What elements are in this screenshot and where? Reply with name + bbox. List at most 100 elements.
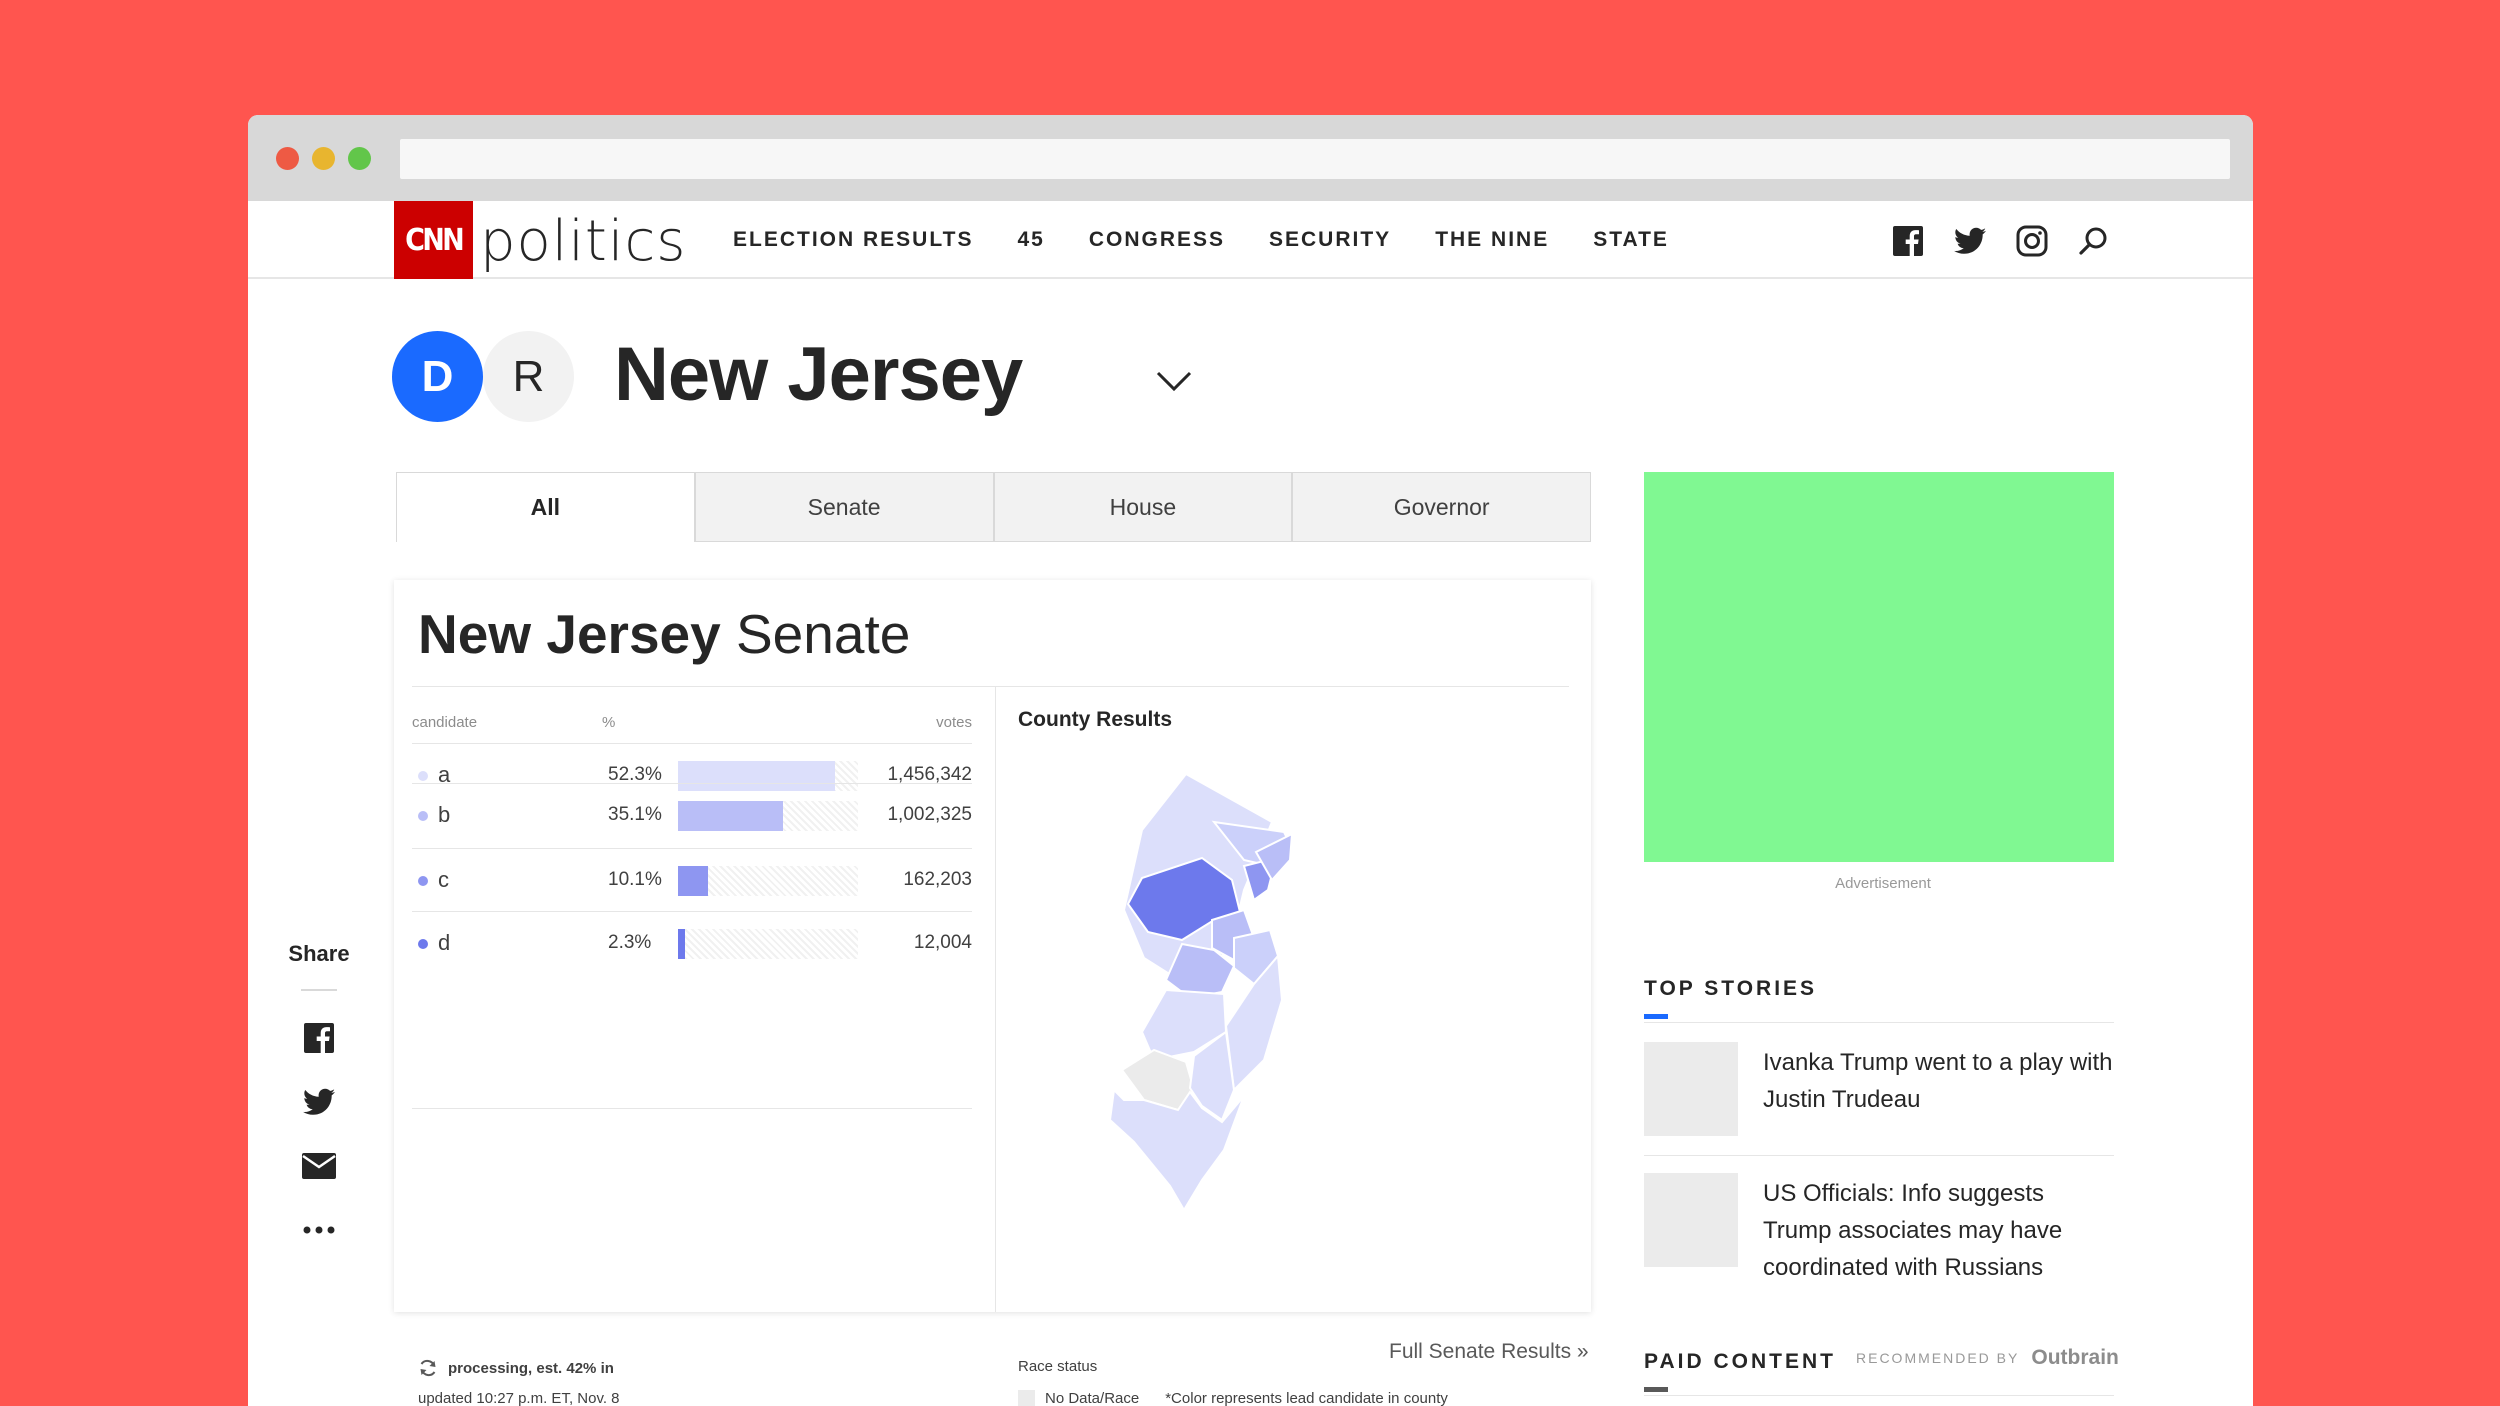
nav-link-election-results[interactable]: ELECTION RESULTS	[733, 228, 973, 252]
story-item[interactable]: Ivanka Trump went to a play with Justin …	[1644, 1042, 2114, 1160]
divider	[1644, 1155, 2114, 1156]
story-thumbnail[interactable]	[1644, 1173, 1738, 1267]
race-title-office: Senate	[736, 603, 911, 665]
candidate-row: c 10.1% 162,203	[412, 848, 972, 911]
candidate-color-dot	[418, 811, 428, 821]
advertisement-slot[interactable]	[1644, 472, 2114, 862]
divider	[1644, 1022, 2114, 1023]
story-headline[interactable]: US Officials: Info suggests Trump associ…	[1763, 1175, 2118, 1286]
site-nav: CNN politics ELECTION RESULTS 45 CONGRES…	[248, 201, 2253, 279]
full-senate-results-link[interactable]: Full Senate Results »	[1389, 1340, 1589, 1364]
section-accent	[1644, 1014, 1668, 1019]
state-selector-title[interactable]: New Jersey	[614, 331, 1023, 418]
top-stories-title: TOP STORIES	[1644, 977, 1818, 1000]
refresh-icon	[420, 1360, 436, 1376]
story-thumbnail[interactable]	[1644, 1042, 1738, 1136]
story-item[interactable]: US Officials: Info suggests Trump associ…	[1644, 1173, 2114, 1303]
nav-link-security[interactable]: SECURITY	[1269, 228, 1391, 252]
vote-share-fill	[678, 801, 783, 831]
tab-governor[interactable]: Governor	[1292, 472, 1591, 542]
tab-senate[interactable]: Senate	[694, 472, 994, 542]
facebook-icon[interactable]	[302, 1021, 336, 1055]
story-headline[interactable]: Ivanka Trump went to a play with Justin …	[1763, 1044, 2118, 1118]
tab-all[interactable]: All	[396, 472, 695, 542]
county-results-title: County Results	[1018, 708, 1173, 731]
legend-note: *Color represents lead candidate in coun…	[1165, 1390, 1448, 1406]
search-icon[interactable]	[2076, 223, 2112, 259]
column-header-candidate: candidate	[412, 714, 478, 731]
nav-link-congress[interactable]: CONGRESS	[1089, 228, 1225, 252]
race-title-state: New Jersey	[418, 603, 721, 665]
nav-link-45[interactable]: 45	[1017, 228, 1044, 252]
browser-chrome	[248, 115, 2253, 201]
cnn-logo[interactable]: CNN	[394, 201, 473, 279]
divider	[1644, 1395, 2114, 1396]
paid-content-title: PAID CONTENT	[1644, 1350, 1836, 1373]
legend-no-data-label: No Data/Race	[1045, 1390, 1140, 1406]
candidate-name: d	[438, 930, 451, 955]
candidate-votes: 1,002,325	[887, 804, 972, 825]
nav-link-the-nine[interactable]: THE NINE	[1435, 228, 1549, 252]
browser-window: CNN politics ELECTION RESULTS 45 CONGRES…	[248, 115, 2253, 1406]
maximize-window-button[interactable]	[348, 147, 371, 170]
column-header-votes: votes	[936, 714, 972, 731]
updated-timestamp: updated 10:27 p.m. ET, Nov. 8	[418, 1390, 620, 1406]
close-window-button[interactable]	[276, 147, 299, 170]
recommended-by-label: RECOMMENDED BY	[1856, 1350, 2020, 1366]
tab-house[interactable]: House	[993, 472, 1293, 542]
candidate-name: b	[438, 802, 451, 827]
divider	[995, 686, 996, 1312]
outbrain-credit[interactable]: RECOMMENDED BY Outbrain	[1856, 1346, 2119, 1370]
party-toggle-r[interactable]: R	[483, 331, 574, 422]
legend-swatch-no-data	[1018, 1390, 1035, 1406]
politics-wordmark[interactable]: politics	[480, 209, 686, 274]
twitter-icon[interactable]	[1952, 223, 1988, 259]
vote-share-bar	[678, 801, 858, 831]
race-tabs: All Senate House Governor	[396, 472, 1591, 542]
social-icons	[1890, 221, 2138, 261]
more-icon[interactable]	[302, 1213, 336, 1247]
candidate-row: b 35.1% 1,002,325	[412, 783, 972, 846]
vote-share-fill	[678, 929, 685, 959]
nav-link-state[interactable]: STATE	[1593, 228, 1669, 252]
race-card: New Jersey Senate candidate % votes a 52…	[394, 580, 1591, 1406]
map-legend: No Data/Race *Color represents lead cand…	[1018, 1390, 1448, 1406]
address-bar[interactable]	[400, 139, 2230, 179]
outbrain-logo: Outbrain	[2031, 1346, 2119, 1369]
candidate-percent: 35.1%	[608, 804, 662, 825]
minimize-window-button[interactable]	[312, 147, 335, 170]
facebook-icon[interactable]	[1890, 223, 1926, 259]
cnn-logo-text: CNN	[405, 222, 465, 258]
share-rail: Share	[286, 941, 352, 1247]
column-header-pct: %	[602, 714, 616, 731]
race-title: New Jersey Senate	[418, 602, 910, 666]
divider	[412, 1108, 972, 1109]
vote-share-bar	[678, 929, 858, 959]
twitter-icon[interactable]	[302, 1085, 336, 1119]
candidate-color-dot	[418, 939, 428, 949]
email-icon[interactable]	[302, 1149, 336, 1183]
candidate-color-dot	[418, 876, 428, 886]
county-map[interactable]	[1094, 770, 1354, 1210]
candidate-color-dot	[418, 771, 428, 781]
candidate-percent: 10.1%	[608, 869, 662, 890]
processing-status: processing, est. 42% in	[418, 1358, 614, 1378]
candidate-name: c	[438, 867, 449, 892]
candidate-votes: 162,203	[903, 869, 972, 890]
candidate-row: d 2.3% 12,004	[412, 911, 972, 974]
party-toggle-d[interactable]: D	[392, 331, 483, 422]
section-accent	[1644, 1387, 1668, 1392]
processing-text: processing, est. 42% in	[448, 1359, 614, 1377]
vote-share-fill	[678, 866, 708, 896]
candidate-votes: 12,004	[913, 932, 972, 953]
instagram-icon[interactable]	[2014, 223, 2050, 259]
divider	[412, 686, 1569, 687]
results-table-header: candidate % votes	[412, 714, 972, 736]
vote-share-bar	[678, 866, 858, 896]
advertisement-label: Advertisement	[1835, 875, 1931, 892]
nav-links: ELECTION RESULTS 45 CONGRESS SECURITY TH…	[733, 201, 1713, 279]
race-status-label: Race status	[1018, 1358, 1098, 1375]
candidate-percent: 2.3%	[608, 932, 652, 953]
divider	[301, 989, 337, 991]
chevron-down-icon[interactable]	[1154, 369, 1194, 393]
